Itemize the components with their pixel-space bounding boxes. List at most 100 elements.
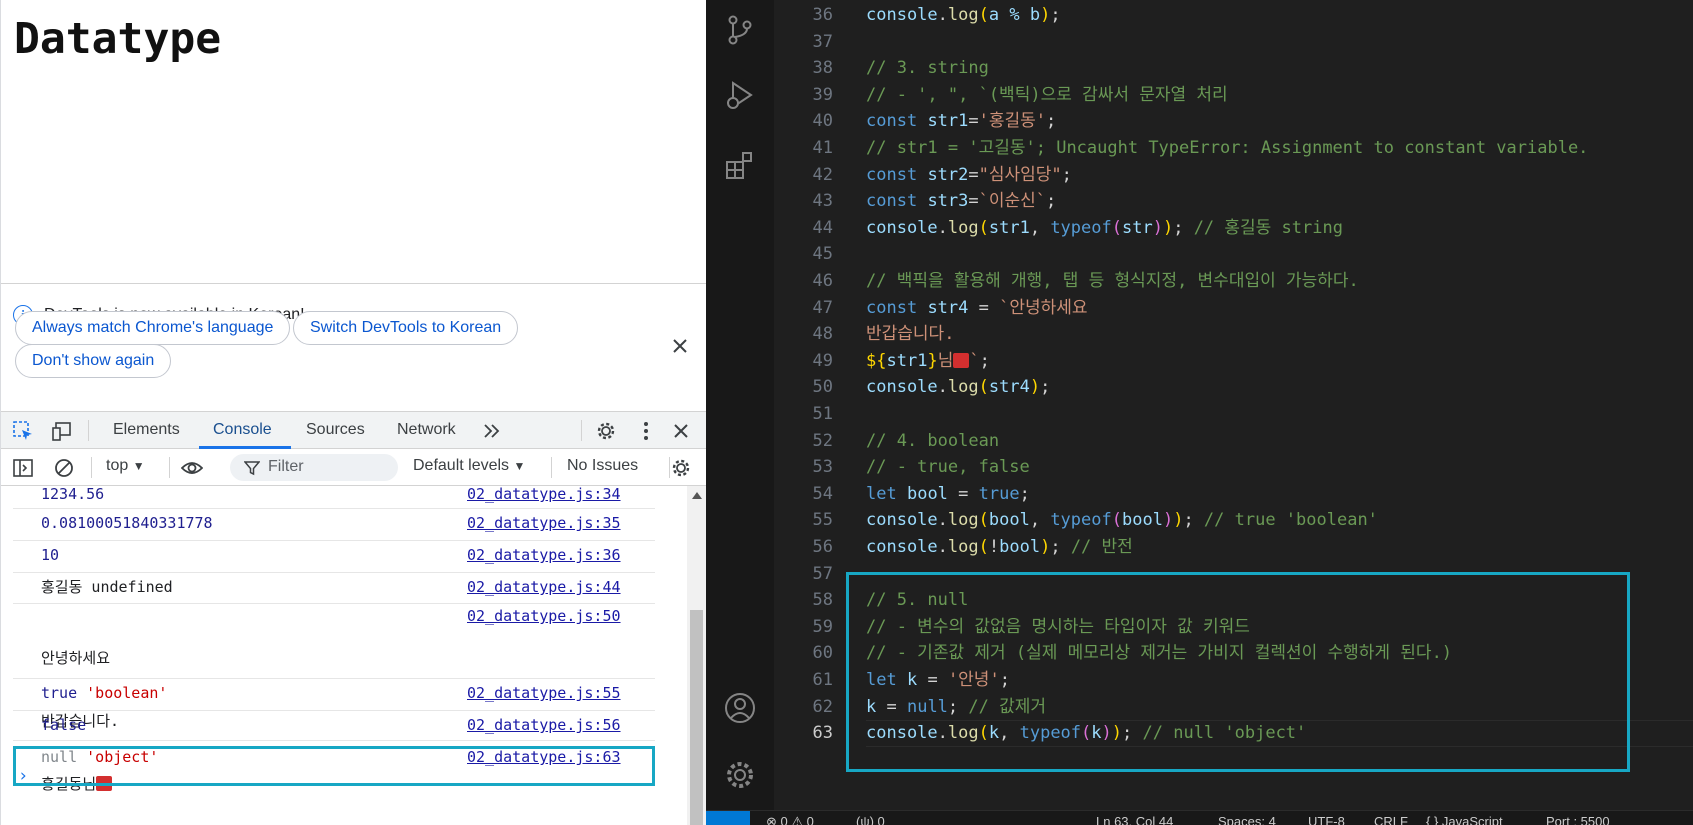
switch-to-korean-button[interactable]: Switch DevTools to Korean: [293, 311, 519, 345]
code-line: 38 // 3. string: [774, 55, 1693, 82]
line-code: console.log(str4);: [866, 377, 1051, 398]
tab-elements[interactable]: Elements: [113, 412, 180, 449]
line-ending[interactable]: CRLF: [1374, 811, 1408, 825]
console-settings-gear-icon[interactable]: [670, 457, 692, 479]
language-mode[interactable]: { } JavaScript: [1426, 811, 1503, 825]
scrollbar-thumb[interactable]: [690, 610, 703, 825]
chevron-down-icon: ▼: [132, 459, 145, 473]
value-string: 'boolean': [86, 684, 168, 702]
line-code: // str1 = '고길동'; Uncaught TypeError: Ass…: [866, 138, 1589, 158]
ports-indicator[interactable]: (ψ) 0: [856, 811, 885, 825]
filter-placeholder: Filter: [268, 458, 304, 475]
source-link[interactable]: 02_datatype.js:56: [467, 715, 621, 736]
run-debug-icon[interactable]: [723, 79, 757, 113]
remote-indicator[interactable]: [706, 811, 750, 825]
eye-icon[interactable]: [181, 457, 203, 479]
tab-sources[interactable]: Sources: [306, 412, 365, 449]
highlight-box: [846, 572, 1630, 772]
console-output: 1234.56 02_datatype.js:34 0.081000518403…: [1, 484, 706, 825]
encoding[interactable]: UTF-8: [1308, 811, 1345, 825]
code-line: 47 const str4 = `안녕하세요: [774, 295, 1693, 322]
code-line: 41 // str1 = '고길동'; Uncaught TypeError: A…: [774, 135, 1693, 162]
device-toolbar-icon[interactable]: [51, 420, 73, 442]
console-message: 1234.56: [41, 485, 105, 503]
code-line: 40 const str1='홍길동';: [774, 108, 1693, 135]
vscode-window: 36 console.log(a % b); 37 38// 3. string …: [706, 0, 1693, 825]
line-number: 52: [812, 430, 833, 451]
more-tabs-icon[interactable]: [481, 420, 503, 442]
line-number: 39: [812, 84, 833, 105]
tab-network[interactable]: Network: [397, 412, 456, 449]
source-link[interactable]: 02_datatype.js:55: [467, 683, 621, 704]
line-number: 36: [812, 5, 833, 25]
devtools-tabbar: Elements Console Sources Network: [1, 411, 706, 449]
source-link[interactable]: 02_datatype.js:36: [467, 545, 621, 566]
highlight-box: [13, 746, 655, 786]
source-link[interactable]: 02_datatype.js:50: [467, 606, 621, 627]
inspect-element-icon[interactable]: [12, 420, 34, 442]
line-code: const str4 = `안녕하세요: [866, 297, 1088, 318]
more-options-icon[interactable]: [635, 420, 657, 442]
chevron-down-icon: ▼: [513, 459, 526, 473]
line-number: 50: [812, 377, 833, 398]
line-number: 59: [812, 616, 833, 637]
code-line: 51: [774, 401, 1693, 428]
line-number: 44: [812, 217, 833, 238]
console-message: 홍길동 undefined: [41, 578, 173, 596]
indentation[interactable]: Spaces: 4: [1218, 811, 1276, 825]
code-line: 39 // - ', ", `(백틱)으로 감싸서 문자열 처리: [774, 82, 1693, 109]
problems-indicator[interactable]: ⊗ 0 ⚠ 0: [766, 811, 814, 825]
extensions-icon[interactable]: [723, 148, 757, 182]
line-code: let bool = true;: [866, 483, 1030, 504]
close-icon[interactable]: [670, 336, 690, 356]
line-code: // - true, false: [866, 457, 1030, 478]
live-server-port[interactable]: Port : 5500: [1546, 811, 1610, 825]
log-levels-dropdown[interactable]: Default levels ▼: [413, 457, 525, 475]
sidebar-toggle-icon[interactable]: [12, 457, 34, 479]
line-number: 53: [812, 457, 833, 478]
source-link[interactable]: 02_datatype.js:44: [467, 577, 621, 598]
issues-button[interactable]: No Issues: [567, 457, 638, 475]
divider: [88, 420, 89, 441]
tab-console[interactable]: Console: [213, 412, 272, 449]
close-devtools-icon[interactable]: [670, 420, 692, 442]
cursor-position[interactable]: Ln 63, Col 44: [1096, 811, 1173, 825]
source-link[interactable]: 02_datatype.js:34: [467, 484, 621, 505]
console-message: true 'boolean': [41, 683, 167, 704]
line-code: const str1='홍길동';: [866, 111, 1057, 132]
context-label: top: [106, 457, 129, 474]
line-number: 49: [812, 350, 833, 371]
manage-gear-icon[interactable]: [723, 758, 757, 792]
source-link[interactable]: 02_datatype.js:35: [467, 513, 621, 534]
account-icon[interactable]: [723, 691, 757, 725]
emoji-glyph: [953, 352, 970, 368]
divider: [581, 420, 582, 441]
context-selector[interactable]: top ▼: [106, 457, 145, 475]
always-match-language-button[interactable]: Always match Chrome's language: [15, 311, 291, 345]
line-number: 56: [812, 537, 833, 557]
source-control-icon[interactable]: [723, 13, 757, 47]
line-code: // 3. string: [866, 58, 989, 79]
devtools-language-infobar: i DevTools is now available in Korean! A…: [1, 284, 706, 411]
line-code: const str3=`이순신`;: [866, 191, 1057, 212]
line-number: 46: [812, 271, 833, 291]
dont-show-again-button[interactable]: Don't show again: [15, 344, 172, 378]
code-line: 48 반갑습니다.: [774, 321, 1693, 348]
line-number: 45: [812, 244, 833, 265]
scroll-up-arrow-icon[interactable]: [692, 492, 702, 499]
line-code: console.log(bool, typeof(bool)); // true…: [866, 510, 1378, 531]
line-number: 37: [812, 31, 833, 52]
settings-gear-icon[interactable]: [595, 420, 617, 442]
code-line: 45: [774, 241, 1693, 268]
code-editor[interactable]: 36 console.log(a % b); 37 38// 3. string …: [774, 0, 1693, 810]
line-code: ${str1}님 `;: [866, 350, 990, 371]
console-scrollbar[interactable]: [687, 486, 706, 825]
clear-console-icon[interactable]: [53, 457, 75, 479]
console-message: false: [41, 716, 87, 734]
console-prompt[interactable]: ›: [18, 766, 28, 786]
filter-input[interactable]: Filter: [230, 454, 398, 481]
console-row: 안녕하세요 반갑습니다. 홍길동님 02_datatype.js:50: [13, 604, 655, 793]
console-row: 0.08100051840331778 02_datatype.js:35: [13, 509, 655, 541]
console-line: 안녕하세요: [41, 649, 111, 667]
code-line: 36 console.log(a % b);: [774, 2, 1693, 29]
